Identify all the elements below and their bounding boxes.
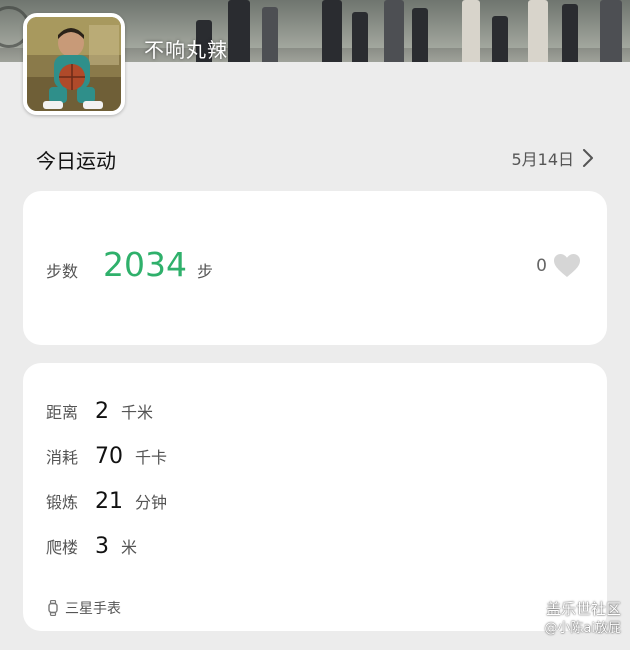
- date-selector[interactable]: 5月14日: [511, 145, 594, 171]
- stat-row-exercise: 锻炼 21 分钟: [46, 486, 167, 516]
- steps-unit: 步: [197, 262, 214, 281]
- banner-figure: [600, 0, 622, 62]
- steps-card[interactable]: 步数 2034 步 0: [23, 191, 607, 345]
- chevron-right-icon: [582, 149, 594, 167]
- stat-unit: 千米: [121, 403, 154, 422]
- banner-figure: [262, 7, 278, 62]
- stat-value: 21: [95, 488, 123, 514]
- stat-unit: 千卡: [135, 448, 168, 467]
- device-source: 三星手表: [48, 598, 121, 618]
- banner-figure: [352, 12, 368, 62]
- stat-label: 消耗: [46, 448, 79, 467]
- watermark-community: 盖乐世社区: [545, 600, 621, 618]
- profile-username: 不响丸辣: [144, 38, 228, 62]
- stat-unit: 分钟: [135, 493, 168, 512]
- watermark: 盖乐世社区 @小陈ai放屁: [544, 599, 621, 639]
- stat-unit: 米: [121, 538, 138, 557]
- stat-value: 3: [95, 533, 109, 559]
- banner-figure: [528, 0, 548, 62]
- like-count: 0: [536, 256, 547, 276]
- stat-label: 爬楼: [46, 538, 79, 557]
- banner-figure: [228, 0, 250, 62]
- avatar[interactable]: [23, 13, 125, 115]
- banner-figure: [562, 4, 578, 62]
- banner-figure: [322, 0, 342, 62]
- stat-row-floors: 爬楼 3 米: [46, 531, 137, 561]
- steps-value: 2034: [103, 245, 187, 284]
- banner-figure: [492, 16, 508, 62]
- stat-row-calories: 消耗 70 千卡: [46, 441, 167, 471]
- stats-card: 距离 2 千米 消耗 70 千卡 锻炼 21 分钟 爬楼 3 米 三星手表: [23, 363, 607, 631]
- watch-icon: [48, 600, 58, 616]
- heart-icon: [553, 253, 581, 279]
- watermark-author: @小陈ai放屁: [544, 621, 621, 636]
- stat-row-distance: 距离 2 千米: [46, 396, 153, 426]
- stat-label: 距离: [46, 403, 79, 422]
- avatar-photo: [27, 17, 121, 111]
- banner-figure: [412, 8, 428, 62]
- device-name: 三星手表: [65, 601, 121, 617]
- steps-label: 步数: [46, 262, 79, 281]
- stat-value: 70: [95, 443, 123, 469]
- banner-figure: [462, 0, 480, 62]
- sport-screen: 不响丸辣 今日运动 5月14日 步数 2034 步 0 距离 2 千米 消耗 7…: [0, 0, 630, 650]
- section-title: 今日运动: [36, 149, 116, 173]
- stat-value: 2: [95, 398, 109, 424]
- banner-figure: [384, 0, 404, 62]
- date-label: 5月14日: [511, 150, 574, 169]
- like-button[interactable]: 0: [536, 253, 581, 279]
- stat-label: 锻炼: [46, 493, 79, 512]
